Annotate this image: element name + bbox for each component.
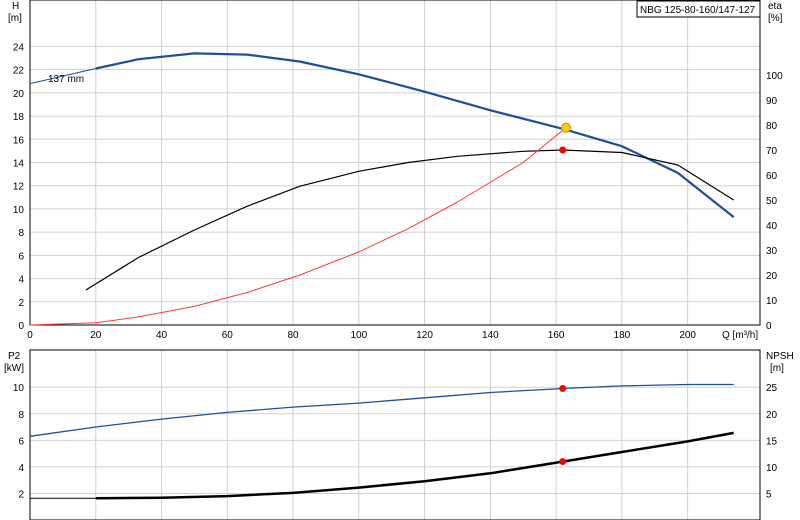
y2-tick-label: 30 — [766, 246, 778, 257]
x-tick-label: 120 — [416, 330, 433, 341]
duty-point-marker — [560, 122, 571, 133]
upper-left-tick-labels: 024681012141618202224 — [13, 42, 25, 332]
y2-tick-label: 90 — [766, 96, 778, 107]
y-tick-label: 8 — [18, 228, 24, 239]
head-curve — [95, 52, 735, 218]
y-tick-label: 20 — [13, 89, 25, 100]
x-tick-label: 60 — [222, 330, 234, 341]
y-tick-label: 2 — [18, 298, 24, 309]
system-curve — [29, 127, 567, 326]
y2-tick-label: 0 — [766, 321, 772, 332]
npsh-tick-label: 15 — [766, 436, 778, 447]
y-tick-label: 10 — [13, 205, 25, 216]
operating-point-marker — [559, 146, 567, 154]
p2-tick-label: 10 — [13, 383, 25, 394]
upper-y2label-line2: [%] — [768, 13, 783, 24]
p2-tick-label: 2 — [18, 489, 24, 500]
lower-ylabel-line2: [kW] — [4, 363, 24, 374]
y-tick-label: 6 — [18, 251, 24, 262]
y-tick-label: 24 — [13, 42, 25, 53]
y-tick-label: 18 — [13, 112, 25, 123]
y2-tick-label: 40 — [766, 221, 778, 232]
lower-grid — [29, 350, 760, 520]
operating-point-marker — [559, 458, 567, 466]
lower-ylabel-line1: P2 — [8, 351, 21, 362]
p2-tick-label: 8 — [18, 410, 24, 421]
impeller-diameter-annotation: 137 mm — [48, 74, 84, 85]
lower-y2label-line1: NPSH — [766, 351, 794, 362]
power-curve — [29, 383, 734, 437]
p2-tick-label: 6 — [18, 436, 24, 447]
upper-right-tick-labels: 0 10 20 30 40 50 60 70 80 90 100 — [766, 71, 783, 332]
x-tick-label: 80 — [288, 330, 300, 341]
y2-tick-label: 10 — [766, 296, 778, 307]
y2-tick-label: 50 — [766, 196, 778, 207]
x-tick-label: 100 — [350, 330, 367, 341]
x-tick-label: 40 — [156, 330, 168, 341]
y-tick-label: 22 — [13, 66, 25, 77]
y2-tick-label: 20 — [766, 271, 778, 282]
upper-ylabel-line2: [m] — [8, 13, 22, 24]
lower-plot-frame — [29, 349, 761, 520]
y-tick-label: 16 — [13, 135, 25, 146]
y2-tick-label: 100 — [766, 71, 783, 82]
p2-tick-label: 4 — [18, 463, 24, 474]
upper-y2label-line1: eta — [768, 1, 782, 12]
y-tick-label: 0 — [18, 321, 24, 332]
npsh-curve — [95, 431, 734, 500]
npsh-tick-label: 5 — [766, 489, 772, 500]
npsh-tick-label: 20 — [766, 410, 778, 421]
pump-curve-chart: 024681012141618202224 010203040506070809… — [4, 0, 794, 520]
upper-grid — [29, 0, 760, 326]
operating-point-marker — [559, 385, 567, 393]
y-tick-label: 14 — [13, 159, 25, 170]
lower-right-tick-labels: 5 10 15 20 25 — [766, 383, 778, 500]
x-tick-label: 140 — [482, 330, 499, 341]
lower-y2label-line2: [m] — [770, 363, 784, 374]
x-tick-label: 160 — [548, 330, 565, 341]
y2-tick-label: 80 — [766, 121, 778, 132]
model-label: NBG 125-80-160/147-127 — [640, 5, 756, 16]
npsh-tick-label: 10 — [766, 463, 778, 474]
x-tick-label: 0 — [27, 330, 33, 341]
lower-left-tick-labels: 2 4 6 8 10 — [13, 383, 25, 500]
x-axis-label: Q [m³/h] — [722, 330, 758, 341]
curves — [29, 52, 735, 500]
y2-tick-label: 70 — [766, 146, 778, 157]
npsh-tick-label: 25 — [766, 383, 778, 394]
x-tick-label: 200 — [679, 330, 696, 341]
y2-tick-label: 60 — [766, 171, 778, 182]
x-tick-label: 20 — [90, 330, 102, 341]
upper-x-tick-labels: 0 20 40 60 80 100 120 140 160 180 200 — [27, 330, 696, 341]
x-tick-label: 180 — [614, 330, 631, 341]
y-tick-label: 12 — [13, 182, 25, 193]
efficiency-curve — [85, 149, 735, 291]
upper-ylabel-line1: H — [12, 1, 19, 12]
y-tick-label: 4 — [18, 275, 24, 286]
